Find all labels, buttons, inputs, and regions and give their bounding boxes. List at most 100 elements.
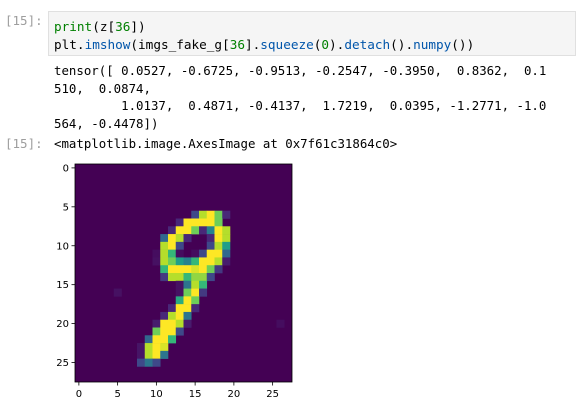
- image-pixel: [191, 257, 200, 266]
- image-pixel: [152, 350, 161, 359]
- image-pixel: [214, 241, 223, 250]
- image-pixel: [137, 343, 146, 352]
- image-pixel: [152, 249, 161, 258]
- image-pixel: [183, 234, 192, 243]
- image-pixel: [175, 273, 184, 282]
- image-pixel: [168, 311, 177, 321]
- x-tick-label: 10: [150, 389, 163, 400]
- image-pixel: [183, 296, 192, 305]
- image-pixel: [152, 335, 161, 344]
- image-pixel: [168, 265, 177, 274]
- image-pixel: [206, 241, 215, 250]
- image-pixel: [206, 273, 215, 282]
- x-tick-label: 5: [114, 389, 120, 400]
- image-pixel: [183, 311, 192, 321]
- image-pixel: [199, 273, 208, 282]
- image-pixel: [191, 304, 200, 313]
- image-pixel: [168, 234, 177, 243]
- image-pixel: [175, 327, 184, 336]
- image-pixel: [160, 343, 169, 352]
- y-tick-label: 5: [63, 202, 69, 213]
- image-pixel: [175, 241, 184, 250]
- image-pixel: [222, 234, 231, 243]
- image-pixel: [199, 210, 208, 219]
- image-pixel: [214, 249, 223, 258]
- image-pixel: [152, 358, 161, 367]
- image-pixel: [168, 249, 177, 258]
- image-pixel: [168, 241, 177, 250]
- image-pixel: [160, 234, 169, 243]
- image-pixel: [160, 273, 169, 282]
- image-pixel: [168, 304, 177, 313]
- image-pixel: [199, 249, 208, 258]
- image-pixel: [199, 280, 208, 289]
- image-pixel: [175, 265, 184, 274]
- image-pixel: [183, 218, 192, 227]
- image-pixel: [160, 327, 169, 336]
- image-pixel: [191, 249, 200, 258]
- image-pixel: [152, 343, 161, 352]
- image-pixel: [144, 343, 153, 352]
- image-pixel: [175, 234, 184, 243]
- image-pixel: [144, 335, 153, 344]
- image-pixel: [191, 296, 200, 305]
- image-pixel: [206, 265, 215, 274]
- image-pixel: [214, 257, 223, 266]
- image-pixel: [175, 319, 184, 328]
- image-pixel: [222, 241, 231, 250]
- image-pixel: [199, 226, 208, 235]
- image-pixel: [175, 218, 184, 227]
- image-pixel: [152, 327, 161, 336]
- image-pixel: [183, 280, 192, 289]
- image-pixel: [168, 319, 177, 328]
- image-pixel: [168, 335, 177, 344]
- image-pixel: [199, 257, 208, 266]
- image-pixel: [137, 358, 146, 367]
- x-tick-label: 20: [228, 389, 241, 400]
- image-pixel: [175, 311, 184, 321]
- image-pixel: [160, 265, 169, 274]
- image-pixel: [222, 249, 231, 258]
- image-pixel: [175, 288, 184, 297]
- y-tick-label: 10: [56, 241, 69, 252]
- image-pixel: [206, 210, 215, 219]
- image-pixel: [175, 249, 184, 258]
- y-tick-label: 0: [63, 163, 69, 174]
- image-pixel: [160, 257, 169, 266]
- image-pixel: [191, 280, 200, 289]
- image-pixel: [199, 265, 208, 274]
- image-pixel: [222, 226, 231, 235]
- image-pixel: [276, 319, 285, 328]
- image-pixel: [191, 265, 200, 274]
- x-tick-label: 15: [189, 389, 202, 400]
- image-pixel: [175, 280, 184, 289]
- image-pixel: [206, 218, 215, 227]
- image-pixel: [191, 273, 200, 282]
- y-tick-label: 20: [56, 319, 69, 330]
- image-pixel: [214, 265, 223, 274]
- image-pixel: [183, 304, 192, 313]
- y-tick-label: 15: [56, 280, 69, 291]
- image-pixel: [160, 319, 169, 328]
- image-pixel: [183, 288, 192, 297]
- image-pixel: [175, 226, 184, 235]
- image-pixel: [214, 234, 223, 243]
- image-pixel: [199, 288, 208, 297]
- image-pixel: [183, 226, 192, 235]
- image-pixel: [183, 257, 192, 266]
- x-tick-label: 0: [76, 389, 82, 400]
- image-pixel: [199, 218, 208, 227]
- image-pixel: [160, 311, 169, 321]
- image-pixel: [113, 288, 122, 297]
- image-pixel: [191, 218, 200, 227]
- image-pixel: [160, 335, 169, 344]
- image-pixel: [222, 257, 231, 266]
- image-pixel: [168, 226, 177, 235]
- image-pixel: [206, 249, 215, 258]
- image-pixel: [168, 257, 177, 266]
- image-pixel: [160, 241, 169, 250]
- image-pixel: [214, 226, 223, 235]
- image-pixel: [206, 257, 215, 266]
- image-pixel: [191, 288, 200, 297]
- image-pixel: [183, 273, 192, 282]
